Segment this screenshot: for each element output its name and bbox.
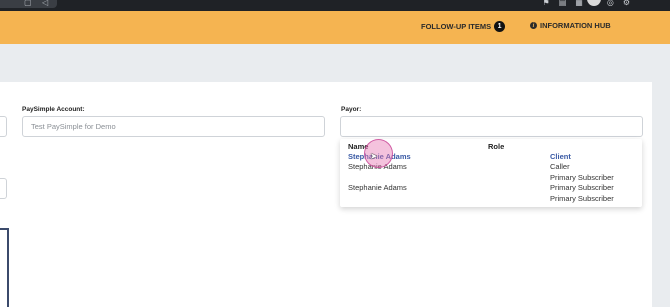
page-gutter bbox=[652, 82, 670, 307]
left-cut-input[interactable] bbox=[0, 116, 7, 137]
toolbar-icons: ⚑ ▤ ▦ ♫ ◎ ⚙ bbox=[543, 0, 630, 7]
paysimple-account-field[interactable]: Test PaySimple for Demo bbox=[22, 116, 325, 137]
window-controls[interactable]: ▢ ◁ bbox=[0, 0, 57, 8]
info-icon: i bbox=[530, 22, 537, 29]
dropdown-role-header: Role bbox=[488, 142, 505, 151]
mouse-pointer-icon: ➤ bbox=[370, 151, 378, 161]
payor-input[interactable] bbox=[340, 116, 643, 137]
back-icon[interactable]: ◁ bbox=[42, 0, 48, 7]
dropdown-option-role[interactable]: Caller bbox=[550, 162, 570, 171]
dropdown-option-role[interactable]: Primary Subscriber bbox=[550, 173, 614, 182]
follow-up-label: FOLLOW-UP ITEMS bbox=[421, 22, 492, 31]
information-hub-label: INFORMATION HUB bbox=[540, 21, 611, 30]
follow-up-count-badge: 1 bbox=[494, 21, 506, 32]
dropdown-option-role[interactable]: Primary Subscriber bbox=[550, 183, 614, 192]
grid-icon[interactable]: ▦ bbox=[575, 0, 583, 7]
follow-up-items-link[interactable]: FOLLOW-UP ITEMS 1 bbox=[421, 21, 506, 32]
left-panel-edge bbox=[0, 228, 9, 307]
globe-icon[interactable]: ◎ bbox=[607, 0, 614, 7]
dropdown-option-role[interactable]: Client bbox=[550, 152, 571, 161]
dropdown-option-name[interactable]: Stephanie Adams bbox=[348, 183, 407, 192]
click-highlight bbox=[364, 139, 393, 168]
flag-icon[interactable]: ⚑ bbox=[543, 0, 550, 7]
paysimple-account-label: PaySimple Account: bbox=[22, 106, 85, 113]
settings-icon[interactable]: ⚙ bbox=[623, 0, 630, 7]
dropdown-option-role[interactable]: Primary Subscriber bbox=[550, 194, 614, 203]
top-system-bar: ▢ ◁ ⚑ ▤ ▦ ♫ ◎ ⚙ bbox=[0, 0, 670, 11]
square-icon[interactable]: ▢ bbox=[24, 0, 32, 7]
left-cut-input-2[interactable] bbox=[0, 178, 7, 199]
payor-label: Payor: bbox=[341, 106, 362, 113]
doc-icon[interactable]: ▤ bbox=[559, 0, 567, 7]
information-hub-link[interactable]: i INFORMATION HUB bbox=[530, 21, 611, 30]
